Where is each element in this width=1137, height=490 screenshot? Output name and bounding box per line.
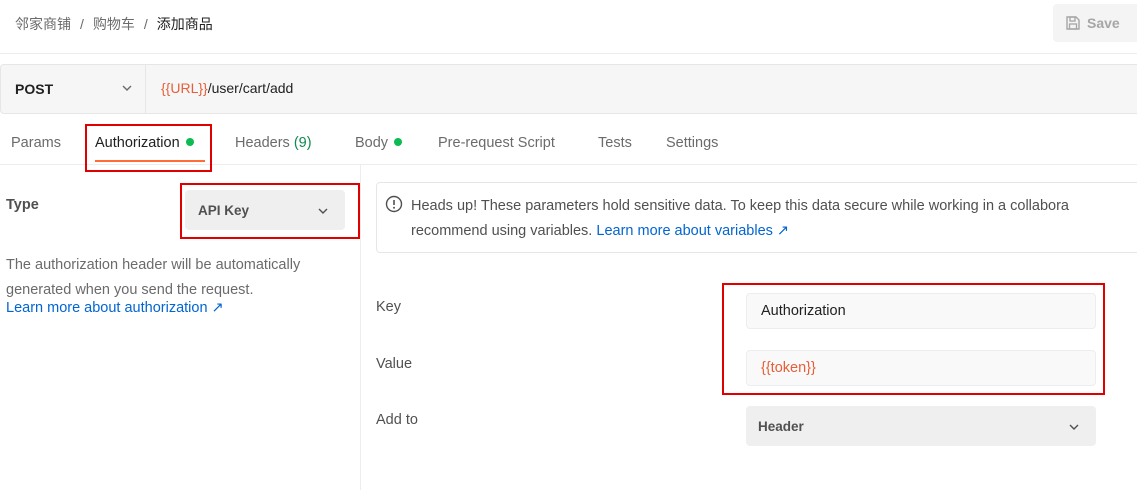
alert-line-1: Heads up! These parameters hold sensitiv…: [411, 198, 1069, 214]
pane-divider[interactable]: [360, 165, 361, 490]
status-dot: [185, 138, 194, 146]
alert-text: Heads up! These parameters hold sensitiv…: [411, 194, 1069, 244]
breadcrumb-separator: /: [143, 16, 148, 32]
chevron-down-icon: [1069, 424, 1079, 430]
breadcrumb: 邻家商铺 / 购物车 / 添加商品: [15, 14, 213, 34]
info-icon: [385, 195, 403, 213]
add-to-label: Add to: [376, 412, 418, 428]
learn-more-authorization-link[interactable]: Learn more about authorization ↗: [6, 300, 224, 316]
active-tab-indicator: [95, 160, 205, 162]
value-label: Value: [376, 356, 413, 372]
learn-more-variables-link[interactable]: Learn more about variables ↗: [596, 223, 789, 239]
add-to-value: Header: [758, 418, 804, 434]
auth-description: The authorization header will be automat…: [6, 257, 301, 298]
tab-tests[interactable]: Tests: [598, 135, 632, 151]
status-dot: [394, 138, 403, 146]
request-tabs: Params Authorization Headers (9) Body Pr…: [0, 120, 1137, 165]
breadcrumb-item-folder[interactable]: 购物车: [93, 14, 135, 34]
tab-body[interactable]: Body: [355, 135, 403, 151]
tab-params[interactable]: Params: [11, 135, 61, 151]
auth-type-label: Type: [6, 197, 39, 213]
chevron-down-icon: [122, 85, 132, 91]
save-icon: [1066, 16, 1080, 30]
tab-prerequest-script[interactable]: Pre-request Script: [438, 135, 555, 151]
method-label: POST: [15, 81, 54, 97]
breadcrumb-item-workspace[interactable]: 邻家商铺: [15, 14, 71, 34]
url-bar: POST {{URL}}/user/cart/add: [0, 64, 1137, 114]
tab-authorization[interactable]: Authorization: [95, 135, 194, 151]
add-to-select[interactable]: Header: [746, 406, 1096, 446]
auth-type-value: API Key: [198, 202, 250, 218]
sensitive-data-alert: Heads up! These parameters hold sensitiv…: [376, 182, 1137, 253]
url-input[interactable]: {{URL}}/user/cart/add: [161, 80, 293, 96]
request-header: 邻家商铺 / 购物车 / 添加商品 Save: [0, 0, 1137, 54]
tab-headers-label: Headers: [235, 135, 290, 151]
tab-headers[interactable]: Headers (9): [235, 135, 312, 151]
value-input[interactable]: {{token}}: [746, 350, 1096, 386]
url-variable: {{URL}}: [161, 80, 208, 96]
breadcrumb-item-request[interactable]: 添加商品: [157, 14, 213, 34]
headers-count: (9): [293, 135, 312, 151]
breadcrumb-separator: /: [80, 16, 84, 32]
save-label: Save: [1087, 15, 1120, 31]
tab-body-label: Body: [355, 135, 389, 151]
tab-settings[interactable]: Settings: [666, 135, 718, 151]
method-select[interactable]: POST: [1, 65, 146, 113]
chevron-down-icon: [318, 208, 328, 214]
url-path: /user/cart/add: [207, 80, 294, 96]
key-input[interactable]: Authorization: [746, 293, 1096, 329]
tab-authorization-label: Authorization: [95, 135, 180, 151]
key-label: Key: [376, 299, 401, 315]
alert-line-2: recommend using variables.: [411, 223, 597, 239]
auth-type-select[interactable]: API Key: [185, 190, 345, 230]
save-button[interactable]: Save: [1053, 4, 1137, 42]
